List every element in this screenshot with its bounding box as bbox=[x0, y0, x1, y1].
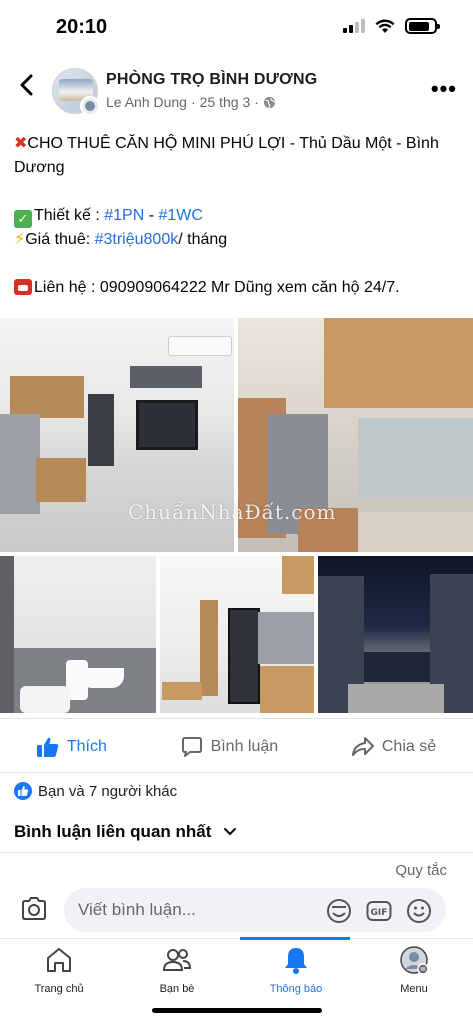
like-label: Thích bbox=[66, 738, 107, 755]
divider bbox=[0, 852, 473, 853]
reactions-summary[interactable]: Bạn và 7 người khác bbox=[14, 782, 177, 800]
post-title: CHO THUÊ CĂN HỘ MINI PHÚ LỢI - Thủ Dầu M… bbox=[14, 135, 439, 176]
post-header: PHÒNG TRỌ BÌNH DƯƠNG Le Anh Dung · 25 th… bbox=[0, 62, 473, 118]
post-date[interactable]: 25 thg 3 bbox=[200, 94, 251, 110]
like-button[interactable]: Thích bbox=[36, 737, 107, 757]
design-separator: - bbox=[144, 207, 159, 224]
nav-item-notifications[interactable]: Thông báo bbox=[246, 945, 346, 995]
nav-label-home: Trang chủ bbox=[34, 983, 84, 995]
author-name[interactable]: Le Anh Dung bbox=[106, 94, 187, 110]
battery-icon bbox=[405, 18, 440, 34]
telephone-icon bbox=[14, 279, 32, 295]
nav-item-friends[interactable]: Bạn bè bbox=[127, 945, 227, 995]
watermark-text: ChuẩnNhàĐất.com bbox=[128, 500, 337, 524]
photo-grid: ChuẩnNhàĐất.com bbox=[0, 318, 473, 713]
design-line: ✓ Thiết kế : #1PN - #1WC bbox=[14, 204, 464, 228]
friends-icon bbox=[162, 949, 192, 971]
back-arrow-icon[interactable] bbox=[12, 72, 42, 102]
nav-item-home[interactable]: Trang chủ bbox=[9, 945, 109, 995]
post-meta: Le Anh Dung · 25 thg 3 · bbox=[106, 94, 276, 110]
wifi-icon bbox=[375, 18, 395, 33]
comments-sort-label: Bình luận liên quan nhất bbox=[14, 822, 212, 841]
hashtag-1pn[interactable]: #1PN bbox=[104, 207, 144, 224]
contact-line: Liên hệ : 090909064222 Mr Dũng xem căn h… bbox=[14, 276, 464, 300]
price-suffix: / tháng bbox=[178, 231, 228, 248]
divider bbox=[0, 772, 473, 773]
thumbs-up-icon bbox=[36, 737, 59, 757]
photo-interior[interactable] bbox=[160, 556, 314, 713]
meta-separator: · bbox=[190, 94, 196, 110]
cross-mark-icon: ✖ bbox=[14, 135, 28, 152]
gif-icon[interactable]: GIF bbox=[366, 898, 392, 924]
globe-icon bbox=[263, 96, 276, 108]
post-actions: Thích Bình luận Chia sẻ bbox=[0, 724, 473, 770]
author-avatar[interactable] bbox=[80, 96, 100, 116]
photo-hallway-night[interactable] bbox=[318, 556, 473, 713]
nav-label-notifications: Thông báo bbox=[269, 983, 323, 995]
camera-icon[interactable] bbox=[20, 896, 48, 922]
status-icons bbox=[343, 18, 440, 34]
hashtag-price[interactable]: #3triệu800k bbox=[95, 231, 179, 248]
active-tab-indicator bbox=[240, 937, 350, 940]
design-label: Thiết kế : bbox=[34, 207, 105, 224]
hashtag-1wc[interactable]: #1WC bbox=[159, 207, 203, 224]
home-icon bbox=[47, 948, 71, 972]
divider bbox=[0, 718, 473, 719]
avatar-sticker-icon[interactable] bbox=[326, 898, 352, 924]
nav-item-menu[interactable]: Menu bbox=[364, 945, 464, 995]
price-line: ⚡Giá thuê: #3triệu800k/ tháng bbox=[14, 228, 464, 252]
group-name[interactable]: PHÒNG TRỌ BÌNH DƯƠNG bbox=[106, 71, 317, 89]
comment-button[interactable]: Bình luận bbox=[181, 737, 279, 757]
price-label: Giá thuê: bbox=[25, 231, 95, 248]
post-body: ✖CHO THUÊ CĂN HỘ MINI PHÚ LỢI - Thủ Dầu … bbox=[14, 132, 464, 300]
bell-icon bbox=[285, 948, 307, 974]
svg-text:GIF: GIF bbox=[371, 908, 388, 918]
status-time: 20:10 bbox=[56, 16, 108, 38]
chevron-down-icon bbox=[224, 828, 237, 836]
comment-label: Bình luận bbox=[210, 738, 279, 755]
post-title-line: ✖CHO THUÊ CĂN HỘ MINI PHÚ LỢI - Thủ Dầu … bbox=[14, 132, 464, 180]
share-button[interactable]: Chia sẻ bbox=[351, 737, 437, 757]
lightning-icon: ⚡ bbox=[14, 231, 26, 248]
bottom-navigation: Trang chủ Bạn bè Thông báo Menu bbox=[0, 937, 473, 1000]
more-options-icon[interactable]: ••• bbox=[431, 76, 457, 102]
emoji-icon[interactable] bbox=[406, 898, 432, 924]
reactions-text: Bạn và 7 người khác bbox=[38, 782, 178, 800]
nav-label-menu: Menu bbox=[400, 983, 428, 995]
menu-avatar-icon bbox=[400, 946, 429, 975]
meta-separator: · bbox=[254, 94, 259, 110]
contact-text: Liên hệ : 090909064222 Mr Dũng xem căn h… bbox=[34, 279, 400, 296]
like-reaction-icon bbox=[14, 782, 32, 800]
share-label: Chia sẻ bbox=[381, 738, 437, 755]
comment-rules-link[interactable]: Quy tắc bbox=[395, 862, 447, 879]
status-bar: 20:10 bbox=[0, 0, 473, 56]
comment-composer: GIF bbox=[0, 886, 473, 934]
nav-label-friends: Bạn bè bbox=[159, 983, 195, 995]
comments-sort-dropdown[interactable]: Bình luận liên quan nhất bbox=[14, 822, 237, 842]
check-mark-icon: ✓ bbox=[14, 210, 32, 228]
cellular-signal-icon bbox=[343, 19, 365, 33]
share-icon bbox=[351, 737, 374, 756]
photo-bathroom[interactable] bbox=[0, 556, 156, 713]
home-indicator bbox=[152, 1008, 322, 1013]
comment-icon bbox=[181, 737, 202, 757]
